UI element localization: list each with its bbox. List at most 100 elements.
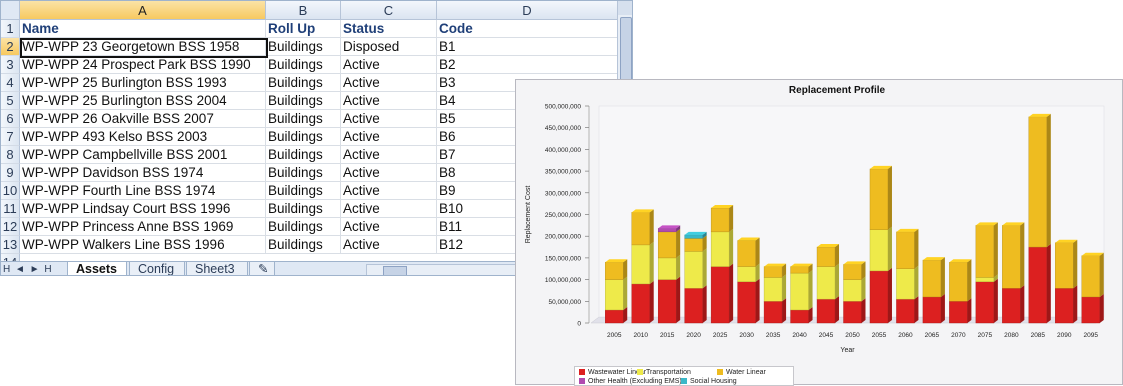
bar-segment-side xyxy=(649,280,654,323)
column-header-b[interactable]: B xyxy=(266,1,341,20)
row-header[interactable]: 4 xyxy=(1,74,20,92)
x-tick-label: 2035 xyxy=(766,332,781,339)
table-cell[interactable]: WP-WPP 23 Georgetown BSS 1958 xyxy=(20,38,266,56)
y-tick-label: 100,000,000 xyxy=(545,277,582,284)
table-cell[interactable]: Active xyxy=(341,128,437,146)
bar-segment xyxy=(631,283,650,324)
row-header[interactable]: 2 xyxy=(1,38,20,56)
bar-segment-side xyxy=(914,228,919,269)
sheet-tab-config[interactable]: Config xyxy=(129,262,185,275)
row-header[interactable]: 10 xyxy=(1,182,20,200)
row-header[interactable]: 11 xyxy=(1,200,20,218)
table-cell[interactable]: B1 xyxy=(437,38,618,56)
legend-swatch xyxy=(681,378,687,385)
bar-segment xyxy=(684,251,703,289)
header-cell[interactable]: Code xyxy=(437,20,618,38)
row-header[interactable]: 9 xyxy=(1,164,20,182)
bar-segment xyxy=(763,277,783,302)
bar-segment-side xyxy=(861,276,866,302)
header-cell[interactable]: Name xyxy=(20,20,266,38)
bar-segment-side xyxy=(1073,239,1078,289)
table-cell[interactable]: WP-WPP Walkers Line BSS 1996 xyxy=(20,236,266,254)
column-header-a[interactable]: A xyxy=(20,1,266,20)
bar-segment-side xyxy=(835,263,840,300)
bar-segment xyxy=(763,301,783,324)
table-cell[interactable]: Buildings xyxy=(266,92,341,110)
bar-segment xyxy=(816,298,836,324)
x-tick-label: 2045 xyxy=(819,332,834,339)
table-cell[interactable]: WP-WPP Davidson BSS 1974 xyxy=(20,164,266,182)
x-tick-label: 2090 xyxy=(1057,332,1072,339)
bar-segment xyxy=(843,279,862,302)
table-cell[interactable]: Active xyxy=(341,110,437,128)
bar-segment xyxy=(737,281,756,324)
bar-segment-side xyxy=(914,265,919,300)
table-cell[interactable]: Active xyxy=(341,236,437,254)
table-cell[interactable]: Buildings xyxy=(266,110,341,128)
row-header[interactable]: 7 xyxy=(1,128,20,146)
header-cell[interactable]: Roll Up xyxy=(266,20,341,38)
table-cell[interactable]: WP-WPP Fourth Line BSS 1974 xyxy=(20,182,266,200)
y-tick-label: 50,000,000 xyxy=(548,299,581,306)
sheet-tab-sheet3[interactable]: Sheet3 xyxy=(186,262,248,275)
bar-segment-side xyxy=(676,276,681,323)
bar-segment xyxy=(684,234,703,239)
table-cell[interactable]: Buildings xyxy=(266,236,341,254)
row-header[interactable]: 12 xyxy=(1,218,20,236)
insert-sheet-tab[interactable]: ✎ xyxy=(249,262,275,275)
row-header[interactable]: 6 xyxy=(1,110,20,128)
bar-segment-side xyxy=(1099,252,1104,297)
bar-segment-side xyxy=(755,237,760,267)
table-cell[interactable]: WP-WPP 25 Burlington BSS 2004 xyxy=(20,92,266,110)
table-cell[interactable]: Buildings xyxy=(266,164,341,182)
select-all-corner[interactable] xyxy=(1,1,20,20)
table-cell[interactable]: Buildings xyxy=(266,146,341,164)
table-cell[interactable]: Active xyxy=(341,182,437,200)
tab-nav-buttons[interactable]: H ◄ ► H xyxy=(3,262,53,275)
legend-item: Water Linear xyxy=(717,368,766,377)
table-cell[interactable]: Active xyxy=(341,74,437,92)
table-cell[interactable]: Active xyxy=(341,92,437,110)
table-cell[interactable]: WP-WPP 493 Kelso BSS 2003 xyxy=(20,128,266,146)
table-cell[interactable]: WP-WPP 25 Burlington BSS 1993 xyxy=(20,74,266,92)
bar-segment-side xyxy=(702,248,707,289)
bar-segment xyxy=(790,266,809,274)
header-cell[interactable]: Status xyxy=(341,20,437,38)
column-header-c[interactable]: C xyxy=(341,1,437,20)
table-cell[interactable]: Active xyxy=(341,164,437,182)
table-cell[interactable]: WP-WPP Campbellville BSS 2001 xyxy=(20,146,266,164)
table-cell[interactable]: Buildings xyxy=(266,74,341,92)
table-cell[interactable]: Active xyxy=(341,218,437,236)
table-cell[interactable]: Buildings xyxy=(266,200,341,218)
y-tick-label: 500,000,000 xyxy=(545,104,582,111)
table-cell[interactable]: WP-WPP Princess Anne BSS 1969 xyxy=(20,218,266,236)
row-header[interactable]: 13 xyxy=(1,236,20,254)
table-cell[interactable]: Active xyxy=(341,146,437,164)
table-cell[interactable]: WP-WPP 26 Oakville BSS 2007 xyxy=(20,110,266,128)
table-cell[interactable]: Buildings xyxy=(266,128,341,146)
column-header-d[interactable]: D xyxy=(437,1,618,20)
table-cell[interactable]: WP-WPP 24 Prospect Park BSS 1990 xyxy=(20,56,266,74)
bar-segment xyxy=(657,279,677,324)
bar-segment-side xyxy=(782,274,787,302)
row-header[interactable]: 3 xyxy=(1,56,20,74)
table-cell[interactable]: WP-WPP Lindsay Court BSS 1996 xyxy=(20,200,266,218)
sheet-tab-assets[interactable]: Assets xyxy=(67,262,127,275)
table-cell[interactable]: B2 xyxy=(437,56,618,74)
bar-segment xyxy=(657,228,677,233)
table-cell[interactable]: Buildings xyxy=(266,218,341,236)
hscroll-thumb[interactable] xyxy=(383,266,407,275)
table-cell[interactable]: Buildings xyxy=(266,38,341,56)
table-cell[interactable]: Active xyxy=(341,200,437,218)
bar-segment xyxy=(1028,246,1048,324)
row-header[interactable]: 5 xyxy=(1,92,20,110)
bar-segment xyxy=(790,272,809,311)
table-cell[interactable]: Buildings xyxy=(266,56,341,74)
row-header[interactable]: 1 xyxy=(1,20,20,38)
bar-segment xyxy=(922,296,942,324)
table-cell[interactable]: Active xyxy=(341,56,437,74)
table-cell[interactable]: Buildings xyxy=(266,182,341,200)
scroll-up-button[interactable] xyxy=(618,1,632,15)
table-cell[interactable]: Disposed xyxy=(341,38,437,56)
row-header[interactable]: 8 xyxy=(1,146,20,164)
